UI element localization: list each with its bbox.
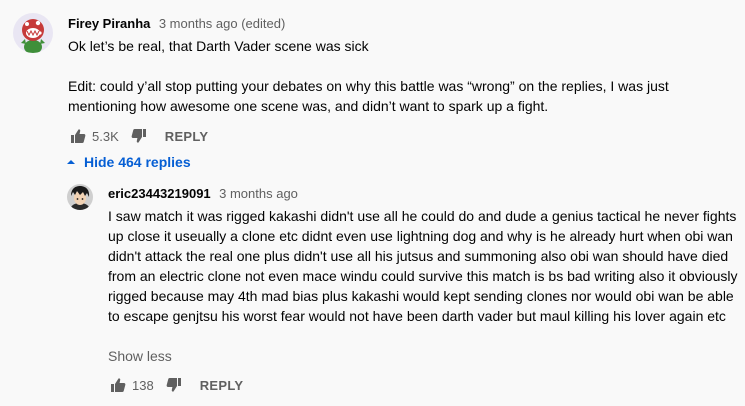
reply-avatar[interactable] [67, 184, 93, 210]
comment-text: Ok let’s be real, that Darth Vader scene… [68, 36, 738, 116]
thumbs-up-icon [111, 378, 126, 392]
reply-header: eric23443219091 3 months ago [108, 185, 298, 203]
reply-like-count: 138 [132, 377, 154, 393]
like-button[interactable] [66, 124, 90, 148]
show-less-button[interactable]: Show less [108, 348, 172, 364]
comment-timestamp[interactable]: 3 months ago (edited) [159, 16, 285, 31]
reply-dislike-button[interactable] [162, 373, 186, 397]
piranha-plant-avatar-icon [13, 13, 53, 53]
comment-text-line: Ok let’s be real, that Darth Vader scene… [68, 38, 369, 54]
comment-text-line: Edit: could y’all stop putting your deba… [68, 78, 669, 114]
reply-like-button[interactable] [106, 373, 130, 397]
anime-character-avatar-icon [67, 184, 93, 210]
dislike-button[interactable] [127, 124, 151, 148]
reply-action-bar: 138 REPLY [106, 373, 243, 397]
thumbs-down-icon [166, 378, 181, 392]
like-count: 5.3K [92, 128, 119, 144]
reply-author-name[interactable]: eric23443219091 [108, 186, 211, 201]
reply-reply-button[interactable]: REPLY [200, 378, 244, 393]
comment-action-bar: 5.3K REPLY [66, 124, 208, 148]
author-name[interactable]: Firey Piranha [68, 16, 150, 31]
reply-text: I saw match it was rigged kakashi didn't… [108, 208, 738, 324]
reply-button[interactable]: REPLY [165, 129, 209, 144]
thumbs-up-icon [71, 129, 86, 143]
comment-header: Firey Piranha 3 months ago (edited) [68, 15, 285, 33]
chevron-up-icon [67, 160, 75, 164]
hide-replies-button[interactable]: Hide 464 replies [66, 154, 191, 170]
hide-replies-label: Hide 464 replies [84, 154, 191, 170]
reply-timestamp[interactable]: 3 months ago [219, 186, 298, 201]
thumbs-down-icon [131, 129, 146, 143]
avatar[interactable] [13, 13, 53, 53]
